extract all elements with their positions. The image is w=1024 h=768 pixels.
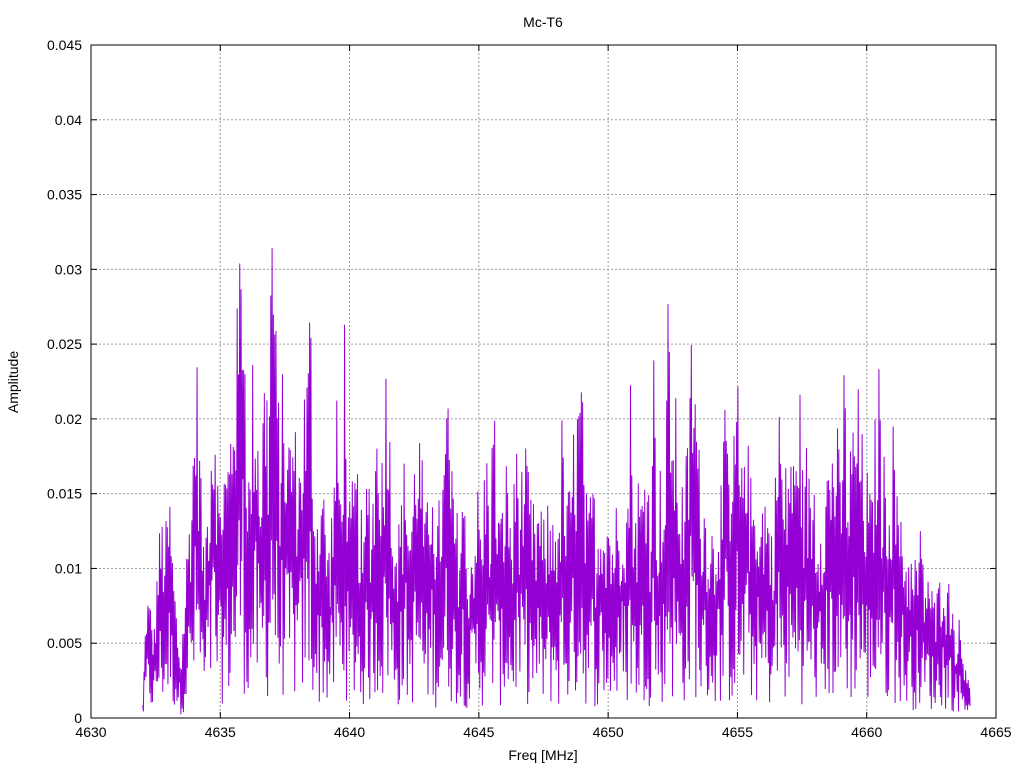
y-tick-label: 0.035 <box>47 187 82 203</box>
y-tick-label: 0.03 <box>55 261 82 277</box>
x-tick-label: 4635 <box>205 724 236 740</box>
y-tick-label: 0.04 <box>55 112 82 128</box>
y-tick-label: 0.02 <box>55 411 82 427</box>
y-tick-label: 0.045 <box>47 37 82 53</box>
y-tick-label: 0.025 <box>47 336 82 352</box>
y-tick-label: 0 <box>74 710 82 726</box>
chart: 4630 4635 4640 4645 4650 4655 4660 4665 0 0.005 0.… <box>5 14 1012 763</box>
x-tick-label: 4630 <box>75 724 106 740</box>
x-tick-label: 4650 <box>593 724 624 740</box>
x-tick-label: 4645 <box>463 724 494 740</box>
x-tick-label: 4655 <box>722 724 753 740</box>
y-tick-label: 0.015 <box>47 486 82 502</box>
x-tick-label: 4660 <box>851 724 882 740</box>
series-line <box>142 248 971 715</box>
y-tick-label: 0.005 <box>47 635 82 651</box>
x-tick-label: 4640 <box>334 724 365 740</box>
x-tick-label: 4665 <box>980 724 1011 740</box>
chart-title: Mc-T6 <box>523 14 563 30</box>
x-axis-label: Freq [MHz] <box>508 747 577 763</box>
y-axis-label: Amplitude <box>5 351 21 413</box>
y-tick-label: 0.01 <box>55 560 82 576</box>
